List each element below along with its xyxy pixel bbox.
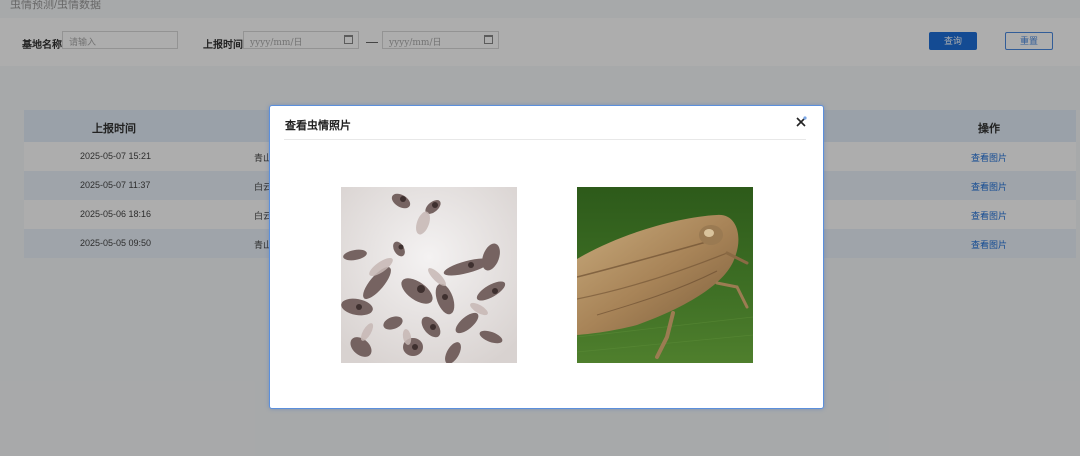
close-icon[interactable] <box>795 116 807 128</box>
insect-trap-image <box>341 187 517 363</box>
insect-trap-photo <box>341 187 517 363</box>
insect-photo-dialog: 查看虫情照片 <box>269 105 824 409</box>
dialog-divider <box>284 139 806 140</box>
leafhopper-closeup-photo <box>577 187 753 363</box>
leafhopper-image <box>577 187 753 363</box>
dialog-title: 查看虫情照片 <box>285 119 351 132</box>
